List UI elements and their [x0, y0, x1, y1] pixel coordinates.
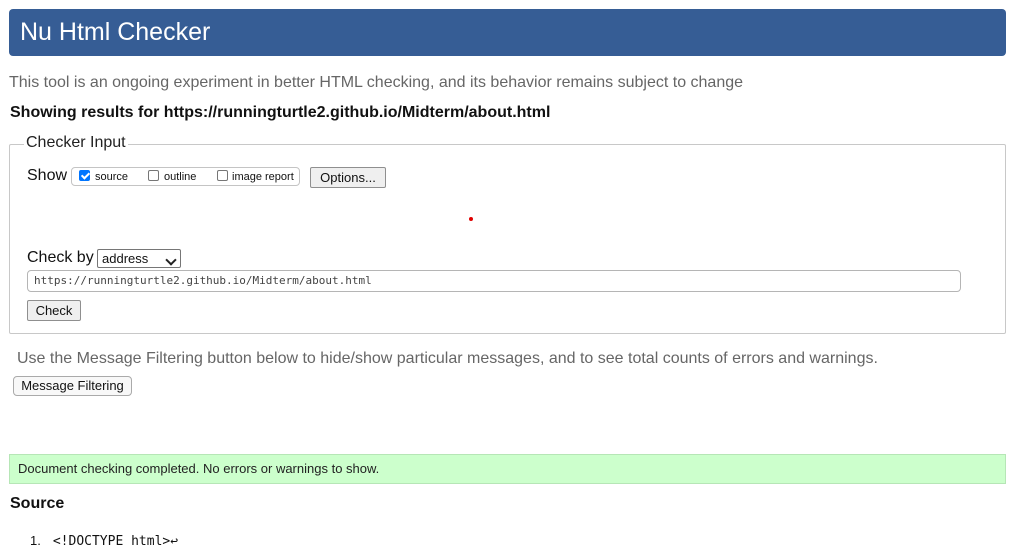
image-report-checkbox[interactable] — [217, 170, 228, 181]
outline-checkbox[interactable] — [148, 170, 159, 181]
source-heading: Source — [10, 495, 65, 512]
message-filtering-button[interactable]: Message Filtering — [13, 376, 132, 396]
image-report-checkbox-label[interactable]: image report — [232, 171, 294, 183]
message-filtering-hint: Use the Message Filtering button below t… — [17, 350, 878, 367]
intro-text: This tool is an ongoing experiment in be… — [9, 74, 744, 91]
outline-checkbox-label[interactable]: outline — [164, 171, 196, 183]
page-title: Nu Html Checker — [20, 18, 211, 46]
check-by-label: Check by — [27, 249, 94, 266]
show-label: Show — [27, 167, 68, 184]
show-options-group: source outline image report — [71, 167, 300, 186]
page-header: Nu Html Checker — [9, 9, 1006, 56]
cursor-dot-marker — [469, 217, 473, 221]
source-checkbox[interactable] — [79, 170, 90, 181]
url-input[interactable]: https://runningturtle2.github.io/Midterm… — [27, 270, 961, 292]
checker-input-legend: Checker Input — [24, 134, 128, 152]
line-code: <!DOCTYPE html>↩ — [52, 534, 179, 549]
status-message: Document checking completed. No errors o… — [18, 461, 380, 476]
chevron-down-icon — [165, 254, 177, 266]
source-line: 1. <!DOCTYPE html>↩ — [30, 533, 178, 549]
line-number: 1. — [30, 533, 41, 548]
results-for-heading: Showing results for https://runningturtl… — [10, 104, 551, 121]
options-button[interactable]: Options... — [310, 167, 386, 188]
status-message-box: Document checking completed. No errors o… — [9, 454, 1006, 484]
check-by-select[interactable]: address — [97, 249, 181, 268]
check-by-value: address — [102, 251, 149, 266]
source-checkbox-label[interactable]: source — [95, 171, 128, 183]
check-button[interactable]: Check — [27, 300, 81, 321]
